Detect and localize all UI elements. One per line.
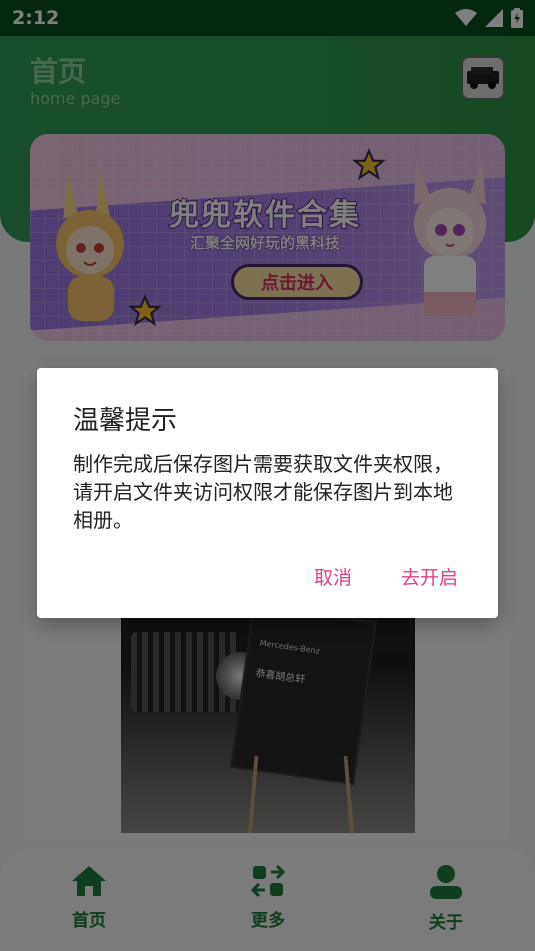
enable-permission-button[interactable]: 去开启 [401, 563, 458, 590]
dialog-message: 制作完成后保存图片需要获取文件夹权限，请开启文件夹访问权限才能保存图片到本地相册… [73, 452, 453, 532]
dialog-title: 温馨提示 [73, 406, 178, 436]
permission-dialog: 温馨提示 制作完成后保存图片需要获取文件夹权限，请开启文件夹访问权限才能保存图片… [37, 368, 498, 618]
cancel-button[interactable]: 取消 [314, 563, 352, 590]
